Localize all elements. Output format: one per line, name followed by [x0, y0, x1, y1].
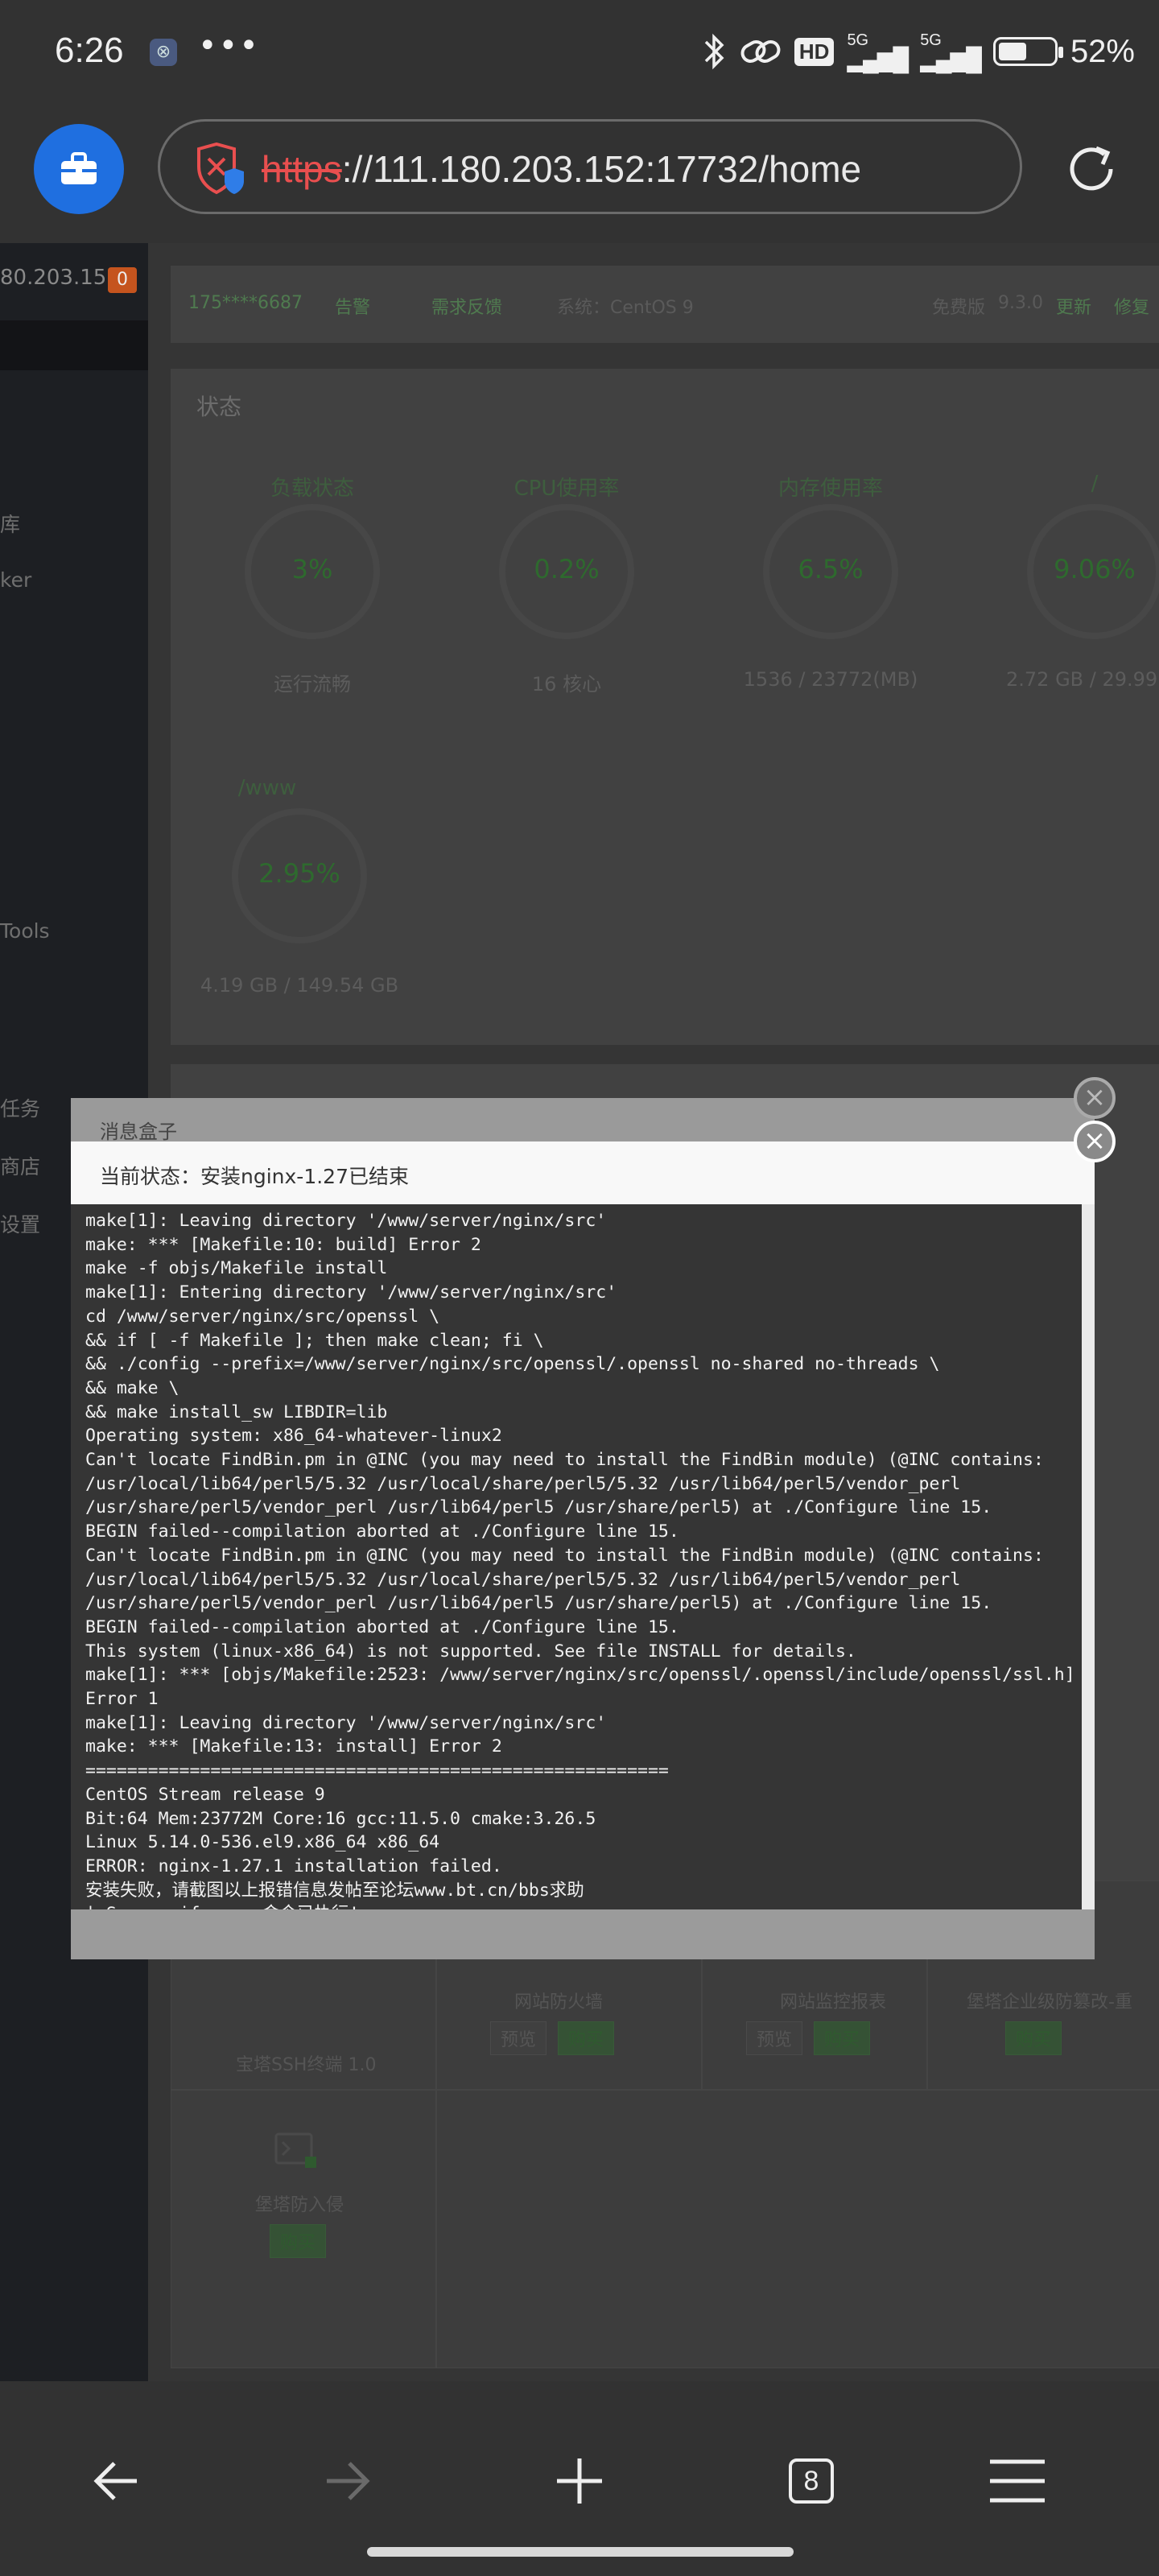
url-text: https://111.180.203.152:17732/home	[262, 148, 862, 190]
buy-button[interactable]: 购买	[814, 2021, 871, 2055]
gauge-label: CPU使用率	[514, 477, 620, 501]
buy-button[interactable]: 购买	[558, 2021, 615, 2055]
status-title: 状态	[196, 394, 242, 420]
hd-voice-icon: HD	[794, 37, 835, 66]
gauge-value: 2.95%	[258, 858, 340, 889]
edition-label: 免费版	[932, 298, 986, 318]
install-log-close-icon[interactable]: ×	[1074, 1121, 1116, 1162]
tab-count: 8	[789, 2458, 834, 2504]
server-ip: 80.203.152	[0, 266, 120, 290]
sidebar-item-active[interactable]	[0, 320, 148, 370]
plugin-name: 宝塔SSH终端 1.0	[236, 2055, 377, 2075]
gauge-sub: 16 核心	[531, 673, 602, 696]
update-link[interactable]: 更新	[1056, 293, 1091, 319]
install-log-text: make[1]: Leaving directory '/www/server/…	[85, 1211, 1075, 1909]
sidebar-item-docker[interactable]: ker	[0, 568, 31, 592]
gauge-sub: 4.19 GB / 149.54 GB	[200, 974, 399, 997]
install-status: 当前状态：安装nginx-1.27已结束	[100, 1165, 409, 1188]
install-log-header: 当前状态：安装nginx-1.27已结束	[71, 1141, 1095, 1204]
gauge-label: 内存使用率	[777, 477, 883, 501]
gauge-label: 负载状态	[270, 477, 354, 501]
home-indicator[interactable]	[367, 2547, 794, 2557]
sidebar-item-tools[interactable]: Tools	[0, 919, 50, 943]
status-bar: 6:26 ⊗ ••• HD 5G ▂▄▆█ 5G ▂▄▆█ 52%	[0, 0, 1159, 105]
user-account[interactable]: 175****6687	[188, 293, 303, 313]
new-tab-button[interactable]	[541, 2442, 618, 2520]
signal-2-icon: 5G ▂▄▆█	[920, 31, 982, 72]
plugin-card-empty	[436, 2090, 1159, 2368]
status-icons: HD 5G ▂▄▆█ 5G ▂▄▆█ 52%	[703, 27, 1135, 76]
plugin-name: 网站监控报表	[780, 1992, 887, 2013]
gauge-value: 6.5%	[798, 554, 864, 584]
gauge-value: 3%	[291, 554, 333, 584]
preview-button[interactable]: 预览	[490, 2021, 547, 2055]
browser-bottom-nav: 8	[0, 2381, 1159, 2576]
battery-icon	[992, 37, 1063, 66]
buy-button[interactable]: 购买	[270, 2224, 327, 2258]
plugin-name: 堡塔企业级防篡改-重	[967, 1992, 1132, 2013]
top-info-bar: 175****6687 告警 需求反馈 系统：CentOS 9 免费版 9.3.…	[171, 266, 1159, 343]
hamburger-menu-icon	[990, 2459, 1045, 2503]
plugin-name: 堡塔防入侵	[255, 2195, 344, 2215]
message-box-dialog: 消息盒子	[71, 1098, 1095, 1146]
insecure-shield-icon	[197, 142, 244, 195]
gauge-value: 0.2%	[534, 554, 600, 584]
message-box-close-icon[interactable]: ×	[1074, 1077, 1116, 1119]
install-log-footer	[71, 1909, 1095, 1959]
gauge-sub: 2.72 GB / 29.99 G	[1006, 668, 1159, 691]
clock: 6:26	[55, 31, 124, 70]
gauge-sub: 1536 / 23772(MB)	[743, 668, 918, 691]
plugin-card[interactable]: 堡塔防入侵 购买	[171, 2090, 436, 2368]
forward-arrow-icon	[327, 2462, 370, 2500]
alarm-link[interactable]: 告警	[335, 293, 370, 319]
reload-icon[interactable]	[1061, 138, 1122, 200]
bluetooth-icon	[704, 33, 724, 70]
install-log-dialog: 当前状态：安装nginx-1.27已结束 make[1]: Leaving di…	[71, 1141, 1095, 1959]
back-arrow-icon	[93, 2462, 137, 2500]
version-label: 9.3.0	[998, 293, 1043, 313]
menu-button[interactable]	[979, 2442, 1056, 2520]
gauge-label: /	[1091, 472, 1099, 496]
install-log[interactable]: make[1]: Leaving directory '/www/server/…	[71, 1204, 1082, 1909]
repair-link[interactable]: 修复	[1114, 293, 1149, 319]
status-panel: 状态 负载状态 3% 运行流畅 CPU使用率 0.2% 16 核心 内存使用率 …	[171, 369, 1159, 1045]
forward-button[interactable]	[309, 2442, 386, 2520]
log-scrollbar[interactable]	[1082, 1204, 1095, 1909]
preview-button[interactable]: 预览	[746, 2021, 803, 2055]
message-badge[interactable]: 0	[108, 267, 137, 293]
toolbox-button[interactable]	[34, 124, 124, 214]
sidebar-item-store[interactable]: 商店	[0, 1151, 40, 1180]
battery-percent: 52%	[1070, 33, 1135, 69]
message-box-title: 消息盒子	[100, 1121, 177, 1143]
tabs-button[interactable]: 8	[773, 2442, 850, 2520]
signal-1-icon: 5G ▂▄▆█	[847, 31, 909, 72]
address-bar: https://111.180.203.152:17732/home	[0, 105, 1159, 243]
plus-icon	[557, 2458, 602, 2504]
gauge-value: 9.06%	[1054, 554, 1136, 584]
briefcase-icon	[61, 152, 97, 184]
terminal-lock-icon	[274, 2132, 316, 2168]
sidebar-item-tasks[interactable]: 任务	[0, 1093, 40, 1122]
app-notification-icon: ⊗	[150, 39, 177, 66]
buy-button[interactable]: 购买	[1005, 2021, 1062, 2055]
gauge-label: /www	[237, 776, 297, 800]
gauge-sub: 运行流畅	[274, 673, 351, 696]
back-button[interactable]	[77, 2442, 155, 2520]
url-field[interactable]: https://111.180.203.152:17732/home	[158, 119, 1022, 214]
plugin-name: 网站防火墙	[514, 1992, 604, 2013]
more-notifications-icon: •••	[198, 27, 260, 64]
sidebar-item-database[interactable]: 库	[0, 509, 20, 538]
sidebar-item-settings[interactable]: 设置	[0, 1209, 40, 1238]
feedback-link[interactable]: 需求反馈	[431, 293, 502, 319]
system-info: 系统：CentOS 9	[557, 298, 694, 318]
link-icon	[740, 40, 781, 63]
